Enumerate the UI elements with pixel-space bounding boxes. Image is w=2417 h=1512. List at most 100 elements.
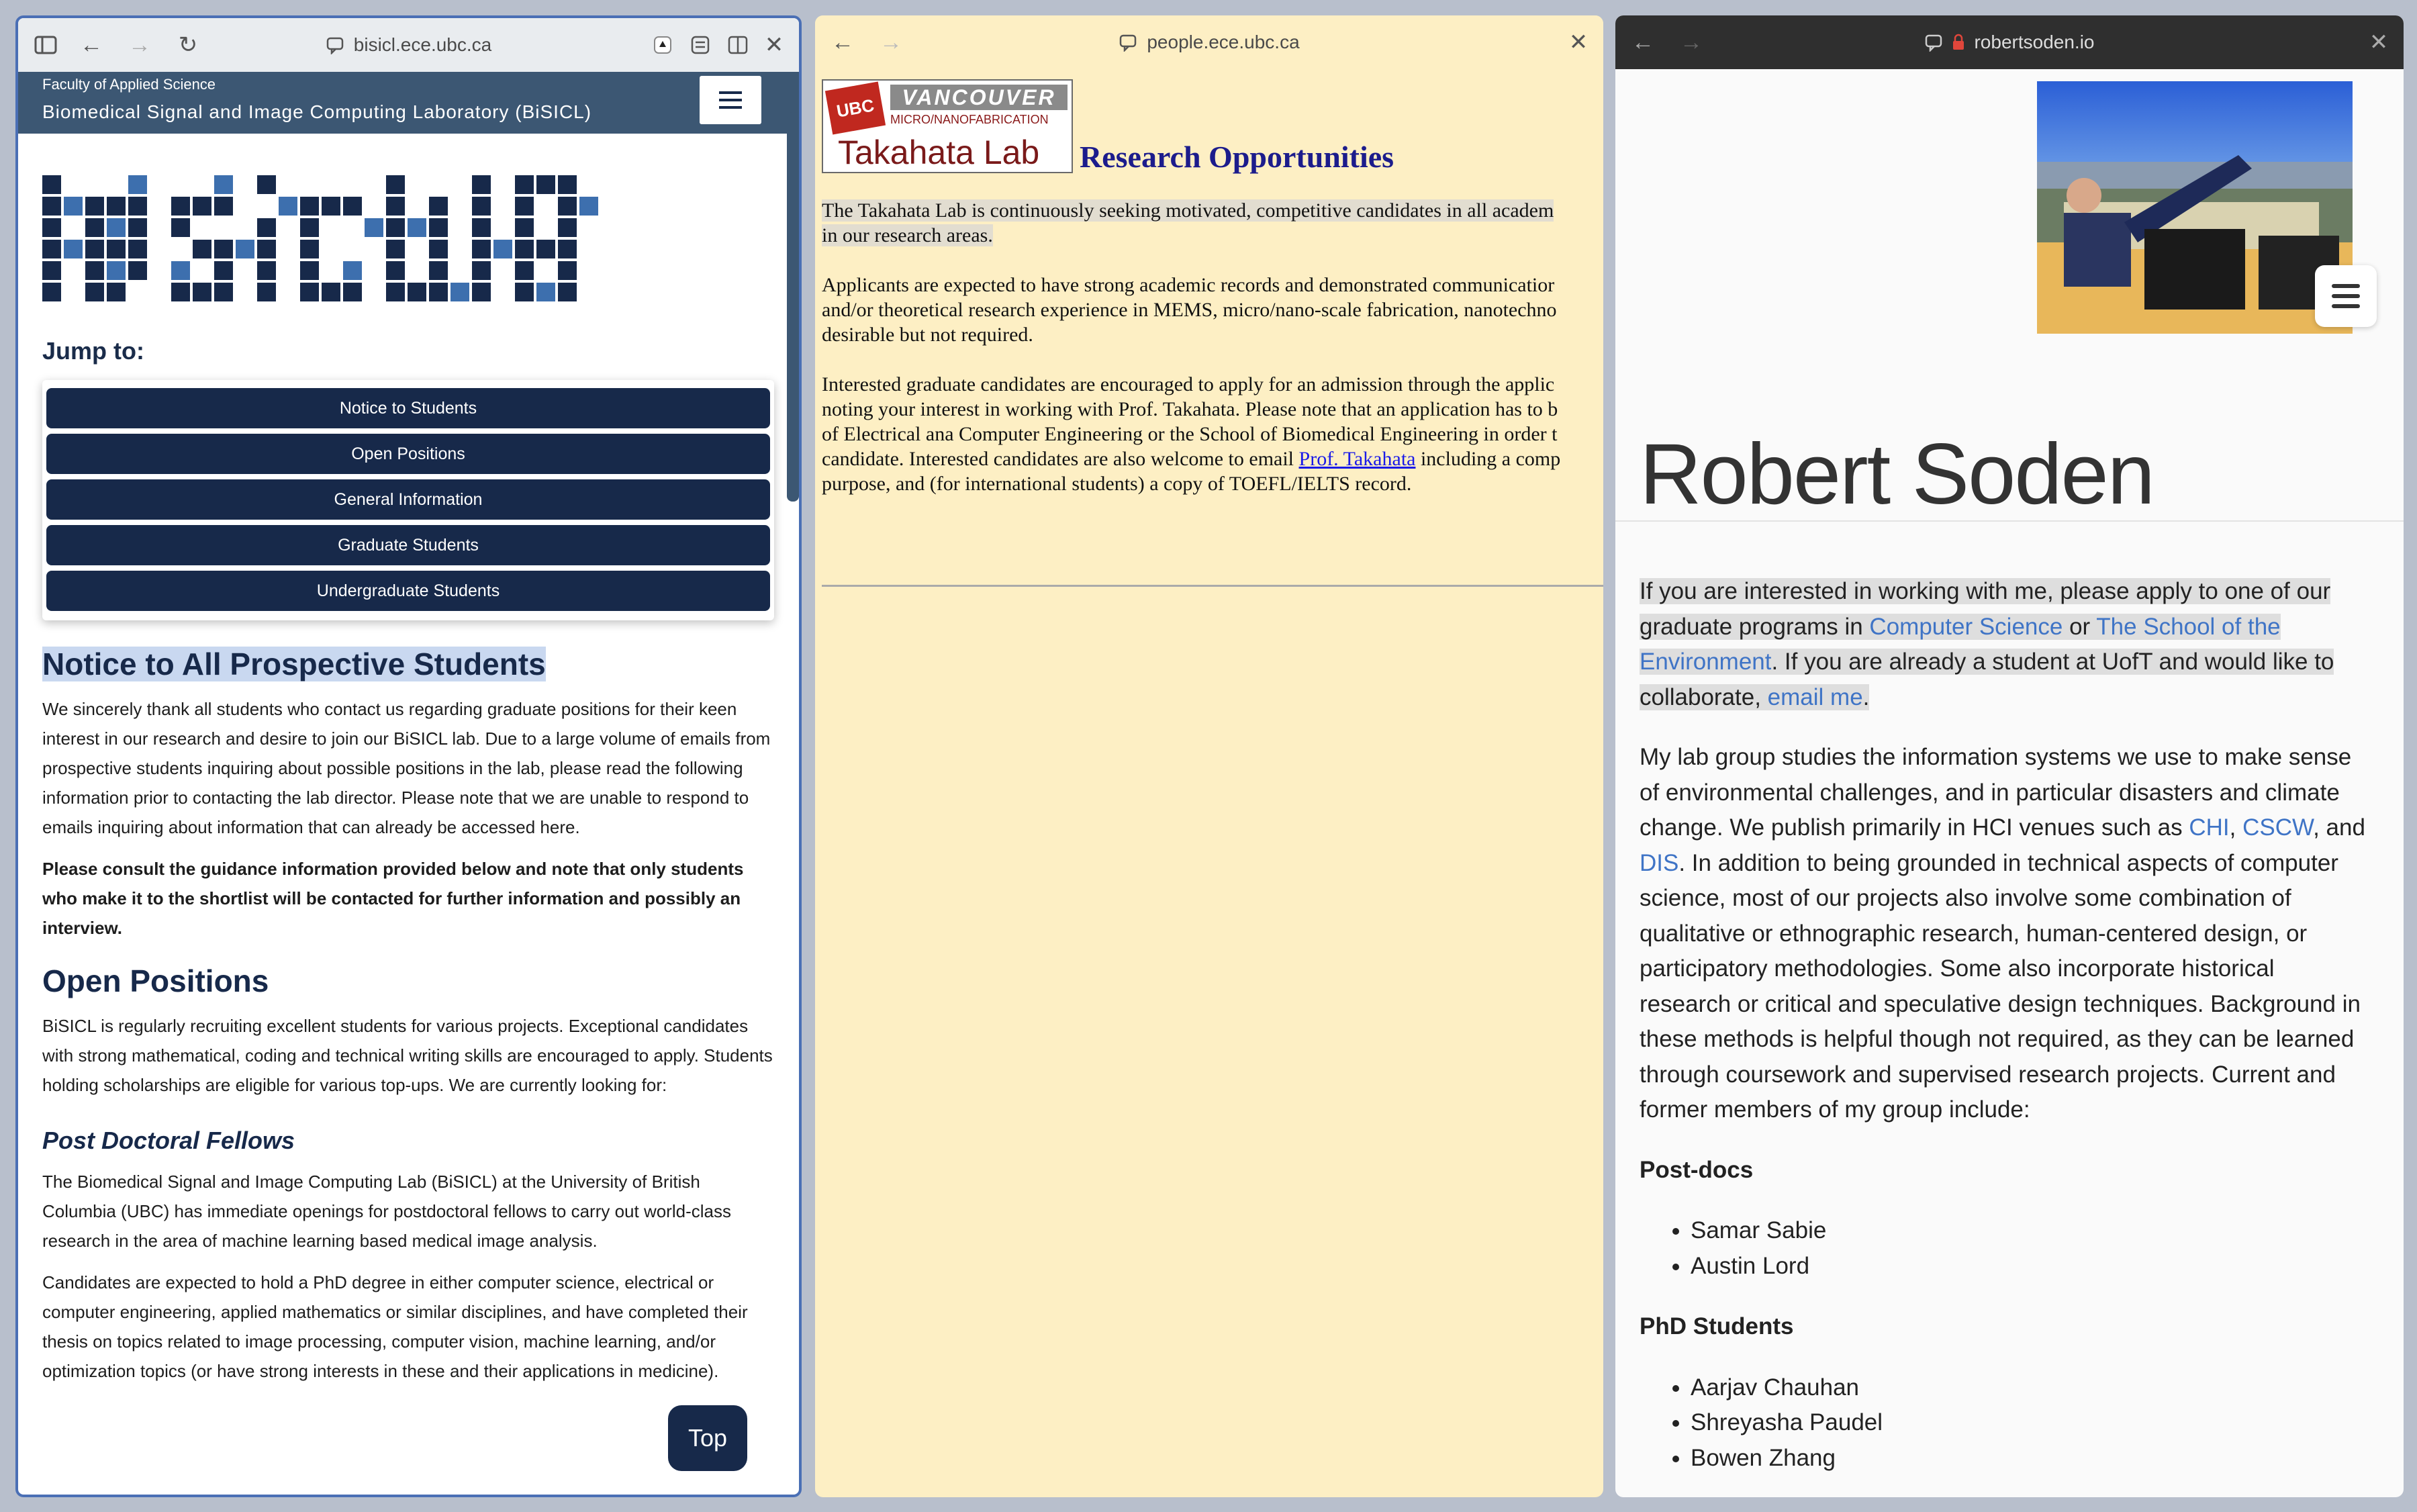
site-info-icon <box>1926 34 1942 52</box>
postdocs-list: Samar Sabie Austin Lord <box>1691 1213 2371 1284</box>
split-view-icon[interactable] <box>722 30 753 60</box>
notice-heading-text: Notice to All Prospective Students <box>42 647 546 681</box>
page-content: Jump to: Notice to Students Open Positio… <box>42 134 774 1386</box>
ubc-logo-text: UBC <box>824 81 886 135</box>
paragraph-3: Interested graduate candidates are encou… <box>822 372 1603 496</box>
top-button[interactable]: Top <box>668 1405 747 1471</box>
postdoc-heading: Post Doctoral Fellows <box>42 1127 295 1154</box>
p2-segment-4: . In addition to being grounded in techn… <box>1640 849 2361 1123</box>
postdoc-paragraph-2: Candidates are expected to hold a PhD de… <box>42 1272 748 1381</box>
logo-lab-name: Takahata Lab <box>838 134 1040 171</box>
postdoc-paragraph-1: The Biomedical Signal and Image Computin… <box>42 1172 731 1251</box>
horizontal-rule <box>822 585 1603 587</box>
open-positions-paragraph: BiSICL is regularly recruiting excellent… <box>42 1016 773 1095</box>
list-item: Samar Sabie <box>1691 1213 2371 1249</box>
chi-link[interactable]: CHI <box>2189 814 2229 841</box>
extension-icon[interactable] <box>647 30 678 60</box>
p3-line-4-post: including a comp <box>1415 448 1561 470</box>
page-title: Research Opportunities <box>1080 140 1394 174</box>
logo-vancouver: VANCOUVER <box>890 85 1068 110</box>
url-text: people.ece.ubc.ca <box>1147 32 1300 52</box>
p1-segment-4: . <box>1862 683 1870 710</box>
lab-title[interactable]: Biomedical Signal and Image Computing La… <box>42 101 591 123</box>
paragraph-2: Applicants are expected to have strong a… <box>822 273 1603 347</box>
forward-arrow-icon[interactable]: → <box>124 30 155 60</box>
address-bar[interactable]: bisicl.ece.ubc.ca <box>326 34 491 56</box>
site-info-icon <box>1120 34 1137 52</box>
browser-window-soden: ← → robertsoden.io ✕ Robert Soden If you… <box>1615 15 2404 1497</box>
phd-heading: PhD Students <box>1640 1313 1794 1339</box>
jump-link-open-positions[interactable]: Open Positions <box>46 434 770 474</box>
notice-bold-paragraph: Please consult the guidance information … <box>42 859 744 938</box>
address-bar[interactable]: people.ece.ubc.ca <box>1119 32 1300 53</box>
dis-link[interactable]: DIS <box>1640 850 1678 876</box>
list-item: Aarjav Chauhan <box>1691 1370 2371 1406</box>
postdocs-heading: Post-docs <box>1640 1156 1754 1183</box>
open-positions-heading: Open Positions <box>42 963 269 998</box>
p2-line-3: desirable but not required. <box>822 324 1033 346</box>
browser-window-bisicl: ← → ↻ bisicl.ece.ubc.ca ✕ Faculty of App… <box>15 15 802 1497</box>
email-me-link[interactable]: email me <box>1767 683 1863 710</box>
notice-heading: Notice to All Prospective Students <box>42 646 774 682</box>
back-arrow-icon[interactable]: ← <box>827 27 858 58</box>
jump-link-graduate[interactable]: Graduate Students <box>46 525 770 565</box>
computer-science-link[interactable]: Computer Science <box>1869 613 2063 640</box>
list-item: Bowen Zhang <box>1691 1441 2371 1476</box>
forward-arrow-icon[interactable]: → <box>875 27 906 58</box>
paragraph-2: My lab group studies the information sys… <box>1640 740 2371 1128</box>
notice-paragraph: We sincerely thank all students who cont… <box>42 699 771 837</box>
logo-micro: MICRO/NANOFABRICATION <box>890 113 1049 126</box>
p1-line-1: The Takahata Lab is continuously seeking… <box>822 199 1554 222</box>
p3-line-2: noting your interest in working with Pro… <box>822 398 1558 420</box>
hamburger-icon <box>2332 284 2360 308</box>
page-body: The Takahata Lab is continuously seeking… <box>822 198 1603 521</box>
p2-segment-3: , and <box>2313 814 2365 841</box>
p2-line-1: Applicants are expected to have strong a… <box>822 274 1555 296</box>
list-item: Shreyasha Paudel <box>1691 1405 2371 1441</box>
forward-arrow-icon[interactable]: → <box>1676 27 1707 58</box>
phd-list: Aarjav Chauhan Shreyasha Paudel Bowen Zh… <box>1691 1370 2371 1476</box>
divider <box>1615 520 2404 522</box>
reload-icon[interactable]: ↻ <box>173 30 203 60</box>
page-title: Robert Soden <box>1640 426 2155 522</box>
hamburger-icon <box>719 91 742 109</box>
site-info-icon <box>326 37 344 54</box>
back-arrow-icon[interactable]: ← <box>1627 27 1658 58</box>
url-text: robertsoden.io <box>1974 32 2095 52</box>
close-icon[interactable]: ✕ <box>1563 27 1594 58</box>
address-bar[interactable]: robertsoden.io <box>1924 32 2095 53</box>
faculty-label: Faculty of Applied Science <box>42 76 216 93</box>
profile-photo <box>2037 81 2353 334</box>
cscw-link[interactable]: CSCW <box>2242 814 2313 841</box>
takahata-lab-logo: UBC VANCOUVER MICRO/NANOFABRICATION Taka… <box>822 79 1073 173</box>
p3-line-5: purpose, and (for international students… <box>822 473 1412 495</box>
p1-line-2: in our research areas. <box>822 224 993 246</box>
jump-link-undergraduate[interactable]: Undergraduate Students <box>46 571 770 611</box>
browser-window-takahata: ← → people.ece.ubc.ca ✕ UBC VANCOUVER MI… <box>815 15 1603 1497</box>
p3-line-4-pre: candidate. Interested candidates are als… <box>822 448 1299 470</box>
site-header: Faculty of Applied Science Biomedical Si… <box>18 72 799 134</box>
scrollbar[interactable] <box>787 112 799 502</box>
bisicl-logo <box>42 175 598 301</box>
paragraph-1: If you are interested in working with me… <box>1640 574 2371 715</box>
list-item: Austin Lord <box>1691 1249 2371 1284</box>
page-body: If you are interested in working with me… <box>1640 574 2371 1497</box>
insecure-lock-icon <box>1953 34 1964 50</box>
sidebar-toggle-icon[interactable] <box>30 30 61 60</box>
prof-takahata-link[interactable]: Prof. Takahata <box>1299 448 1416 470</box>
back-arrow-icon[interactable]: ← <box>76 30 107 60</box>
toolbar: ← → robertsoden.io ✕ <box>1615 15 2404 69</box>
jump-link-general-info[interactable]: General Information <box>46 479 770 520</box>
close-icon[interactable]: ✕ <box>759 30 790 60</box>
jump-menu: Notice to Students Open Positions Genera… <box>42 380 774 620</box>
p3-line-1: Interested graduate candidates are encou… <box>822 373 1555 395</box>
jump-to-label: Jump to: <box>42 337 144 365</box>
jump-link-notice[interactable]: Notice to Students <box>46 388 770 428</box>
toolbar: ← → people.ece.ubc.ca ✕ <box>815 15 1603 69</box>
p2-segment-2: , <box>2229 814 2243 841</box>
menu-button[interactable] <box>700 76 761 124</box>
close-icon[interactable]: ✕ <box>2363 27 2394 58</box>
menu-button[interactable] <box>2315 265 2377 327</box>
reader-mode-icon[interactable] <box>685 30 716 60</box>
p2-line-2: and/or theoretical research experience i… <box>822 299 1557 321</box>
